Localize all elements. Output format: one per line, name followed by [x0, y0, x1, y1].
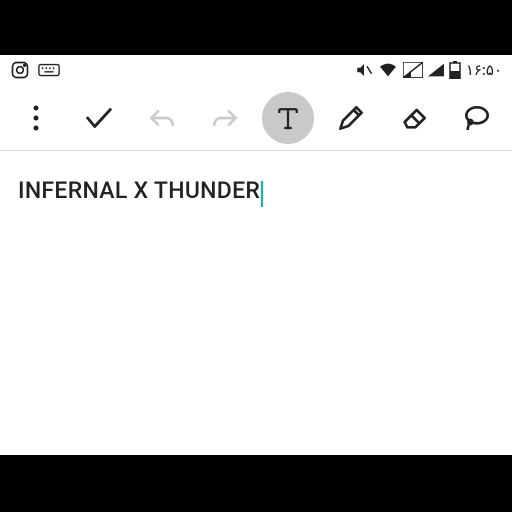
keyboard-icon — [38, 63, 60, 77]
more-menu-button[interactable] — [10, 92, 62, 144]
text-tool-button[interactable] — [262, 92, 314, 144]
wifi-icon — [378, 62, 398, 78]
eraser-tool-button[interactable] — [388, 92, 440, 144]
status-bar: ۱۶:۵۰ — [0, 55, 512, 85]
pen-tool-button[interactable] — [325, 92, 377, 144]
signal-icon-2 — [428, 62, 444, 78]
redo-button[interactable] — [199, 92, 251, 144]
note-text[interactable]: INFERNAL X THUNDER — [18, 177, 260, 204]
app-screen: ۱۶:۵۰ — [0, 55, 512, 455]
status-left — [10, 60, 60, 80]
text-cursor — [261, 181, 263, 207]
instagram-icon — [10, 60, 30, 80]
undo-button[interactable] — [136, 92, 188, 144]
status-right: ۱۶:۵۰ — [355, 61, 502, 79]
toolbar — [0, 85, 512, 151]
clock-time: ۱۶:۵۰ — [466, 61, 502, 79]
note-content-area[interactable]: INFERNAL X THUNDER — [0, 151, 512, 233]
mute-icon — [355, 61, 373, 79]
confirm-button[interactable] — [73, 92, 125, 144]
signal-icon-1 — [403, 62, 423, 78]
battery-icon — [449, 61, 461, 79]
lasso-tool-button[interactable] — [451, 92, 503, 144]
